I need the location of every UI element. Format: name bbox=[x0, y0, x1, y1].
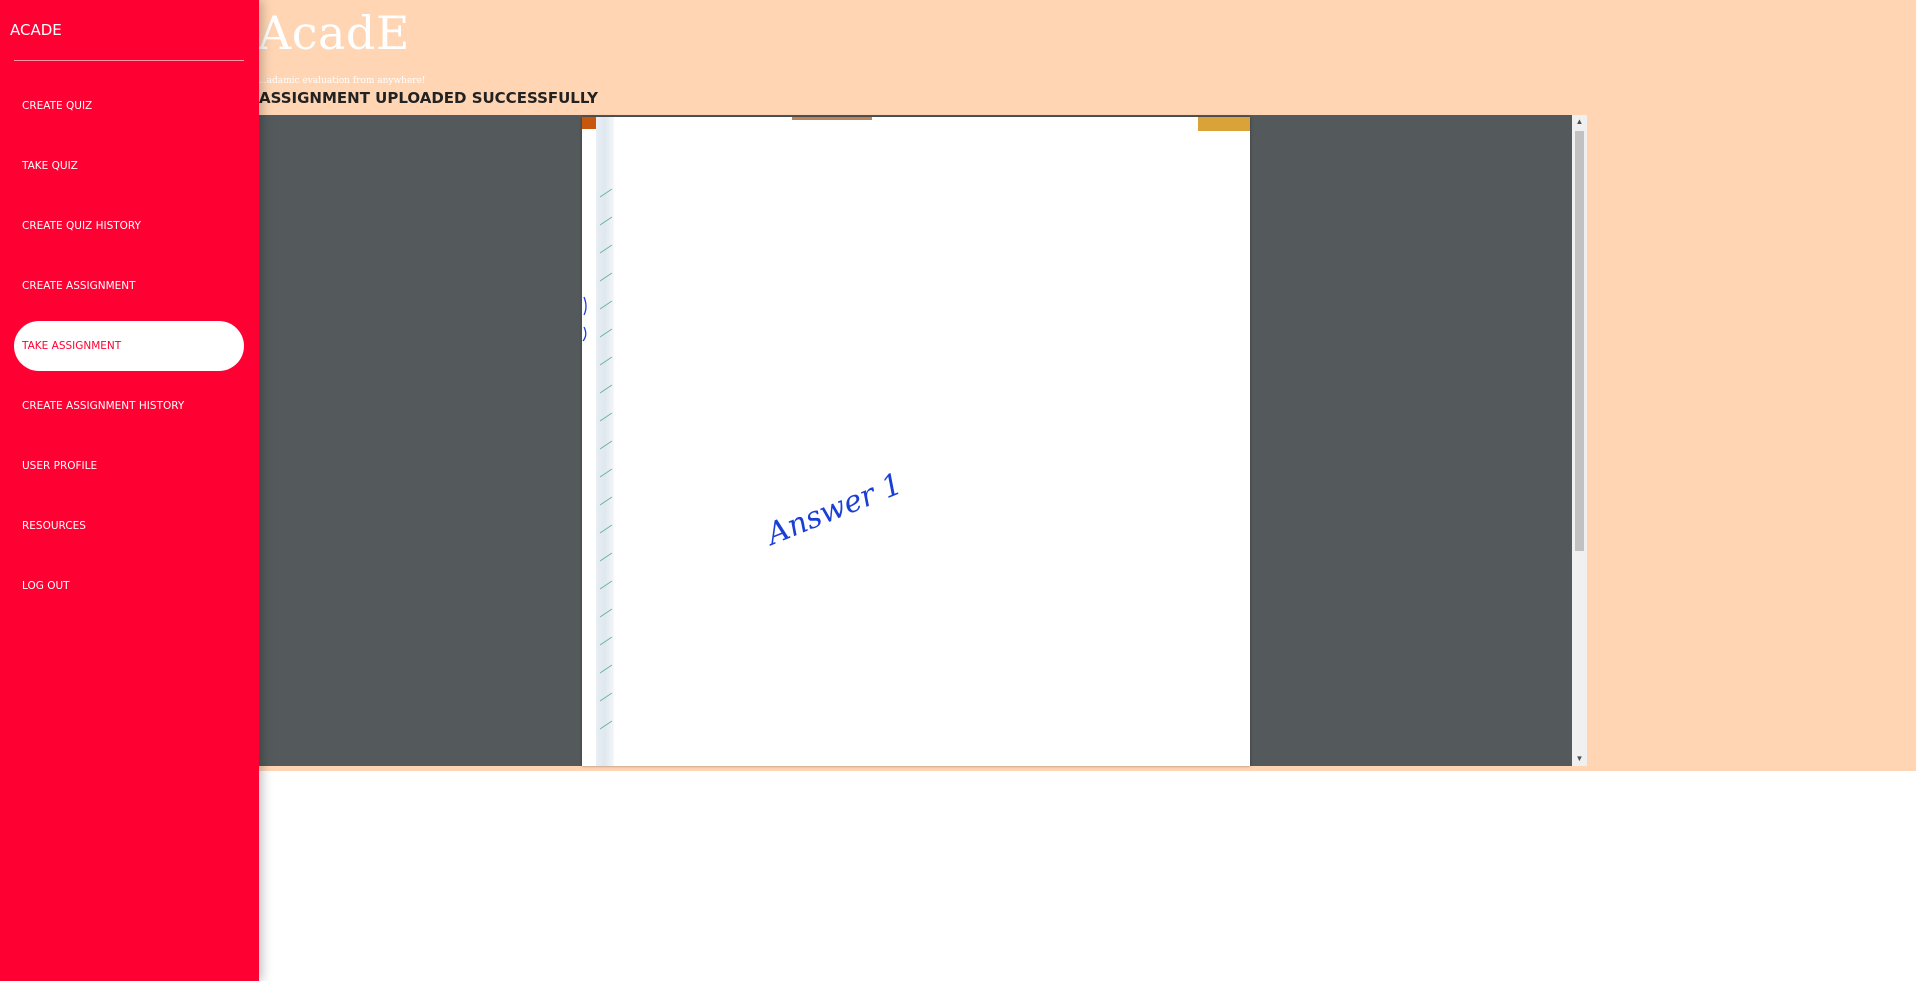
sidebar-title: ACADE bbox=[10, 21, 62, 39]
triangle-down-icon[interactable]: ▼ bbox=[1572, 752, 1587, 766]
scroll-thumb[interactable] bbox=[1575, 131, 1584, 551]
document-page: Answer 1 bbox=[582, 117, 1250, 766]
sidebar-item-take-assignment[interactable]: TAKE ASSIGNMENT bbox=[14, 321, 244, 371]
sidebar-item-create-quiz[interactable]: CREATE QUIZ bbox=[14, 81, 244, 131]
main-content: AcadE ...adamic evaluation from anywhere… bbox=[0, 0, 1916, 771]
status-message: ASSIGNMENT UPLOADED SUCCESSFULLY bbox=[259, 89, 598, 107]
sidebar-item-user-profile[interactable]: USER PROFILE bbox=[14, 441, 244, 491]
handwritten-answer: Answer 1 bbox=[759, 466, 907, 553]
margin-ticks bbox=[599, 188, 613, 730]
sidebar-item-log-out[interactable]: LOG OUT bbox=[14, 561, 244, 611]
sidebar-item-take-quiz[interactable]: TAKE QUIZ bbox=[14, 141, 244, 191]
sidebar-item-create-quiz-history[interactable]: CREATE QUIZ HISTORY bbox=[14, 201, 244, 251]
handwriting-drawing: Answer 1 bbox=[582, 188, 907, 730]
pdf-viewer[interactable]: Answer 1 ▲ ▼ bbox=[259, 115, 1587, 766]
triangle-up-icon[interactable]: ▲ bbox=[1572, 115, 1587, 129]
sidebar-item-create-assignment[interactable]: CREATE ASSIGNMENT bbox=[14, 261, 244, 311]
brand-title: AcadE bbox=[258, 6, 410, 60]
sidebar-divider bbox=[14, 60, 244, 61]
brand-tagline: ...adamic evaluation from anywhere! bbox=[258, 76, 426, 86]
sidebar-item-create-assignment-history[interactable]: CREATE ASSIGNMENT HISTORY bbox=[14, 381, 244, 431]
sidebar-item-resources[interactable]: RESOURCES bbox=[14, 501, 244, 551]
sidebar: ACADE CREATE QUIZ TAKE QUIZ CREATE QUIZ … bbox=[0, 0, 259, 981]
scrollbar[interactable]: ▲ ▼ bbox=[1572, 115, 1587, 766]
